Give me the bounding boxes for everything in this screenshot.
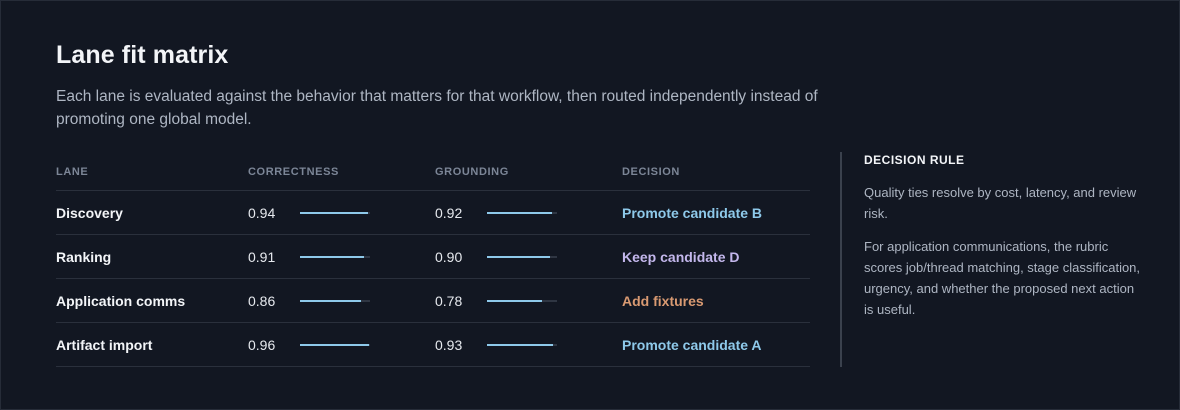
- vertical-divider: [840, 152, 842, 367]
- correctness-value: 0.91: [248, 248, 276, 265]
- correctness-bar: [300, 211, 370, 214]
- correctness-bar-fill: [300, 211, 368, 214]
- correctness-value: 0.94: [248, 204, 276, 221]
- correctness-bar-fill: [300, 299, 361, 302]
- lane-fit-card: Lane fit matrix Each lane is evaluated a…: [0, 0, 1180, 410]
- grounding-bar: [487, 211, 557, 214]
- correctness-bar: [300, 299, 370, 302]
- table-row: Artifact import 0.96 0.93 Promote candid…: [56, 322, 810, 367]
- correctness-value: 0.96: [248, 336, 276, 353]
- table-row: Discovery 0.94 0.92 Promote candidate B: [56, 190, 810, 235]
- column-header-decision: DECISION: [622, 153, 810, 191]
- lane-name: Application comms: [56, 278, 248, 323]
- correctness-value: 0.86: [248, 292, 276, 309]
- grounding-bar: [487, 299, 557, 302]
- correctness-bar: [300, 255, 370, 258]
- grounding-bar: [487, 255, 557, 258]
- correctness-cell: 0.94: [248, 190, 435, 235]
- decision-label: Promote candidate A: [622, 322, 810, 367]
- decision-rule-text: For application communications, the rubr…: [864, 239, 1141, 317]
- grounding-value: 0.93: [435, 336, 463, 353]
- correctness-bar-fill: [300, 343, 369, 346]
- table-row: Application comms 0.86 0.78 Add fixtures: [56, 278, 810, 323]
- decision-label: Promote candidate B: [622, 190, 810, 235]
- correctness-cell: 0.91: [248, 234, 435, 279]
- decision-rule-heading: DECISION RULE: [864, 153, 965, 167]
- table-row: Ranking 0.91 0.90 Keep candidate D: [56, 234, 810, 279]
- correctness-cell: 0.96: [248, 322, 435, 367]
- lane-name: Artifact import: [56, 322, 248, 367]
- grounding-value: 0.90: [435, 248, 463, 265]
- grounding-value: 0.92: [435, 204, 463, 221]
- lane-name: Ranking: [56, 234, 248, 279]
- correctness-bar: [300, 343, 370, 346]
- decision-label: Add fixtures: [622, 278, 810, 323]
- grounding-cell: 0.93: [435, 322, 622, 367]
- grounding-cell: 0.78: [435, 278, 622, 323]
- column-header-grounding: GROUNDING: [435, 153, 622, 191]
- decision-rule-text: Quality ties resolve by cost, latency, a…: [864, 185, 1137, 221]
- grounding-cell: 0.92: [435, 190, 622, 235]
- lane-fit-table: LANE CORRECTNESS GROUNDING DECISION Disc…: [56, 153, 810, 367]
- page-title: Lane fit matrix: [56, 41, 229, 69]
- table-header-row: LANE CORRECTNESS GROUNDING DECISION: [56, 153, 810, 191]
- decision-rule-panel: DECISION RULE Quality ties resolve by co…: [864, 153, 1144, 332]
- grounding-bar-fill: [487, 211, 553, 214]
- correctness-bar-fill: [300, 255, 364, 258]
- grounding-bar-fill: [487, 255, 550, 258]
- decision-label: Keep candidate D: [622, 234, 810, 279]
- column-header-lane: LANE: [56, 153, 248, 191]
- page-subtitle: Each lane is evaluated against the behav…: [56, 88, 818, 128]
- column-header-correctness: CORRECTNESS: [248, 153, 435, 191]
- grounding-value: 0.78: [435, 292, 463, 309]
- grounding-cell: 0.90: [435, 234, 622, 279]
- grounding-bar-fill: [487, 299, 543, 302]
- correctness-cell: 0.86: [248, 278, 435, 323]
- grounding-bar: [487, 343, 557, 346]
- grounding-bar-fill: [487, 343, 553, 346]
- lane-name: Discovery: [56, 190, 248, 235]
